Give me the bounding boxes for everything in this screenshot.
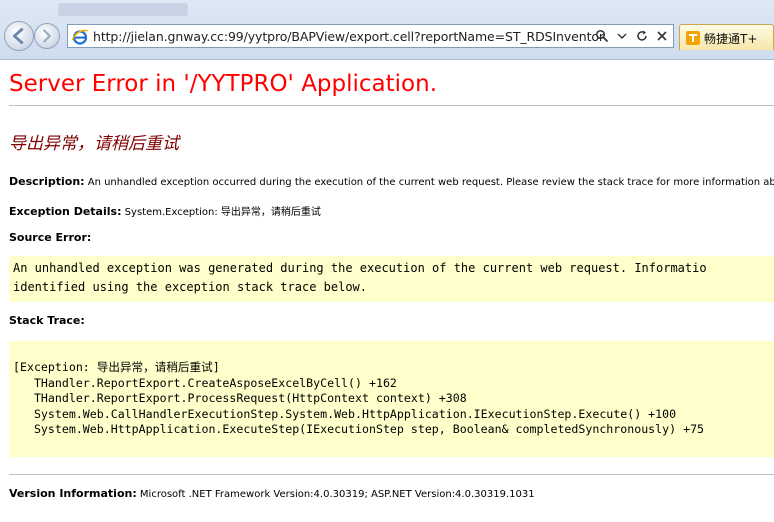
divider bbox=[9, 474, 774, 475]
back-icon bbox=[12, 28, 24, 44]
address-bar[interactable]: http://jielan.gnway.cc:99/yytpro/BAPView… bbox=[67, 24, 674, 48]
source-error-line: An unhandled exception was generated dur… bbox=[13, 261, 707, 275]
source-error-heading: Source Error: bbox=[9, 231, 91, 244]
back-button[interactable] bbox=[4, 21, 34, 51]
exception-text: System.Exception: 导出异常，请稍后重试 bbox=[124, 207, 321, 218]
close-icon[interactable] bbox=[655, 29, 669, 43]
source-error-line: identified using the exception stack tra… bbox=[13, 280, 368, 294]
description-label: Description: bbox=[9, 175, 85, 188]
tab-label: 畅捷通T+ bbox=[704, 32, 758, 46]
stack-trace-line: THandler.ReportExport.ProcessRequest(Htt… bbox=[13, 391, 467, 405]
stack-trace-line: System.Web.CallHandlerExecutionStep.Syst… bbox=[13, 406, 677, 421]
exception-line: Exception Details: System.Exception: 导出异… bbox=[9, 203, 321, 218]
page-title: Server Error in '/YYTPRO' Application. bbox=[9, 71, 438, 97]
refresh-icon[interactable] bbox=[635, 29, 649, 43]
forward-button[interactable] bbox=[34, 23, 60, 49]
stack-trace-box: [Exception: 导出异常，请稍后重试] THandler.ReportE… bbox=[9, 341, 774, 457]
search-icon[interactable] bbox=[595, 29, 609, 43]
source-error-label: Source Error: bbox=[9, 231, 92, 244]
ie-icon bbox=[71, 29, 88, 45]
forward-icon bbox=[43, 29, 51, 43]
tab-favicon bbox=[686, 31, 700, 45]
title-bar-text bbox=[58, 3, 188, 16]
stack-trace-line: [Exception: 导出异常，请稍后重试] bbox=[13, 360, 220, 374]
source-error-box: An unhandled exception was generated dur… bbox=[9, 256, 774, 302]
description-line: Description: An unhandled exception occu… bbox=[9, 175, 774, 188]
version-label: Version Information: bbox=[9, 487, 137, 500]
page-content: Server Error in '/YYTPRO' Application. 导… bbox=[0, 61, 774, 522]
browser-toolbar: http://jielan.gnway.cc:99/yytpro/BAPView… bbox=[0, 0, 774, 60]
version-text: Microsoft .NET Framework Version:4.0.303… bbox=[139, 489, 535, 500]
stack-trace-line: THandler.ReportExport.CreateAsposeExcelB… bbox=[13, 375, 397, 390]
description-text: An unhandled exception occurred during t… bbox=[87, 177, 774, 188]
stack-trace-line: System.Web.HttpApplication.ExecuteStep(I… bbox=[13, 422, 705, 436]
stack-trace-label: Stack Trace: bbox=[9, 314, 85, 327]
error-message: 导出异常，请稍后重试 bbox=[9, 134, 179, 154]
version-line: Version Information: Microsoft .NET Fram… bbox=[9, 487, 535, 500]
url-text[interactable]: http://jielan.gnway.cc:99/yytpro/BAPView… bbox=[93, 29, 605, 45]
divider bbox=[9, 105, 774, 106]
browser-tab[interactable]: 畅捷通T+ bbox=[679, 24, 774, 50]
dropdown-icon[interactable] bbox=[615, 29, 629, 43]
stack-trace-heading: Stack Trace: bbox=[9, 314, 85, 327]
exception-label: Exception Details: bbox=[9, 205, 122, 218]
